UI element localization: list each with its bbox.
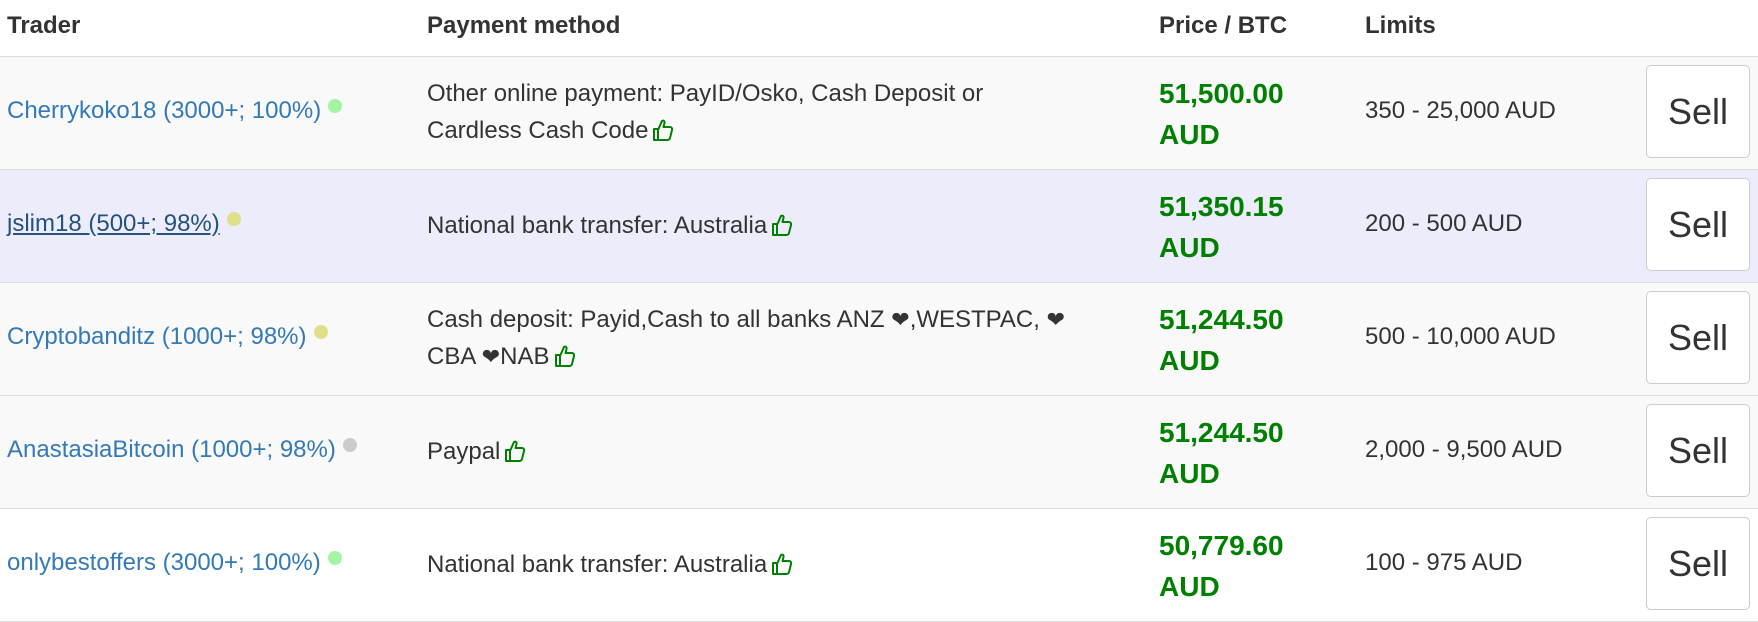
trader-name: AnastasiaBitcoin (1000+; 98%) [7, 436, 336, 463]
trader-name: onlybestoffers (3000+; 100%) [7, 549, 321, 576]
payment-method: Other online payment: PayID/Osko, Cash D… [427, 75, 1142, 153]
price: 50,779.60 AUD [1159, 525, 1284, 607]
price: 51,244.50 AUD [1159, 299, 1284, 381]
table-header: Trader Payment method Price / BTC Limits [0, 0, 1758, 57]
payment-method-text: CBA [427, 343, 482, 370]
trader-link[interactable]: Cherrykoko18 (3000+; 100%) [7, 97, 343, 125]
thumbs-up-icon [652, 116, 674, 153]
limits: 200 - 500 AUD [1365, 210, 1523, 237]
sell-button[interactable]: Sell [1646, 65, 1750, 158]
online-status-dot-icon [328, 99, 343, 113]
thumbs-up-icon [504, 437, 526, 474]
limits: 500 - 10,000 AUD [1365, 323, 1556, 350]
payment-method-text: NAB [500, 343, 550, 370]
trader-name: jslim18 (500+; 98%) [7, 210, 220, 237]
trader-link[interactable]: AnastasiaBitcoin (1000+; 98%) [7, 436, 357, 464]
payment-method-text: Paypal [427, 438, 501, 465]
payment-method-text: ,WESTPAC, [909, 306, 1047, 333]
thumbs-up-icon [554, 342, 576, 379]
price-currency: AUD [1159, 119, 1220, 150]
sell-button[interactable]: Sell [1646, 178, 1750, 271]
thumbs-up-icon [771, 550, 793, 587]
price-currency: AUD [1159, 345, 1220, 376]
table-row: AnastasiaBitcoin (1000+; 98%) Paypal 51,… [0, 396, 1758, 509]
price-amount: 51,500.00 [1159, 78, 1284, 109]
trader-link[interactable]: onlybestoffers (3000+; 100%) [7, 549, 342, 577]
payment-method-text: Cash deposit: Payid,Cash to all banks AN… [427, 306, 892, 333]
table-row: Cryptobanditz (1000+; 98%) Cash deposit:… [0, 283, 1758, 396]
thumbs-up-icon [771, 211, 793, 248]
payment-method: National bank transfer: Australia [427, 207, 1142, 248]
price: 51,350.15 AUD [1159, 186, 1284, 268]
price-amount: 50,779.60 [1159, 530, 1284, 561]
price-currency: AUD [1159, 458, 1220, 489]
limits: 2,000 - 9,500 AUD [1365, 436, 1563, 463]
price: 51,244.50 AUD [1159, 412, 1284, 494]
away-status-dot-icon [313, 325, 328, 339]
price-amount: 51,244.50 [1159, 417, 1284, 448]
heart-icon: ❤ [891, 307, 910, 332]
price-currency: AUD [1159, 232, 1220, 263]
offers-table: Trader Payment method Price / BTC Limits… [0, 0, 1758, 622]
trader-name: Cryptobanditz (1000+; 98%) [7, 323, 307, 350]
payment-method-text: National bank transfer: Australia [427, 212, 768, 239]
sell-button[interactable]: Sell [1646, 291, 1750, 384]
trader-name: Cherrykoko18 (3000+; 100%) [7, 97, 322, 124]
column-header-limits: Limits [1365, 12, 1436, 39]
payment-method-text: Cardless Cash Code [427, 117, 649, 144]
payment-method: National bank transfer: Australia [427, 546, 1142, 587]
price-currency: AUD [1159, 571, 1220, 602]
column-header-payment-method: Payment method [427, 12, 621, 39]
away-status-dot-icon [226, 212, 241, 226]
online-status-dot-icon [327, 551, 342, 565]
sell-button[interactable]: Sell [1646, 404, 1750, 497]
trader-link[interactable]: Cryptobanditz (1000+; 98%) [7, 323, 328, 351]
offline-status-dot-icon [342, 438, 357, 452]
price: 51,500.00 AUD [1159, 73, 1284, 155]
limits: 350 - 25,000 AUD [1365, 97, 1556, 124]
payment-method-text: Other online payment: PayID/Osko, Cash D… [427, 80, 984, 107]
column-header-price: Price / BTC [1159, 12, 1288, 39]
table-row: Cherrykoko18 (3000+; 100%) Other online … [0, 57, 1758, 170]
heart-icon: ❤ [1046, 307, 1066, 332]
payment-method: Paypal [427, 433, 1142, 474]
price-amount: 51,350.15 [1159, 191, 1284, 222]
payment-method-text: National bank transfer: Australia [427, 551, 768, 578]
trader-link[interactable]: jslim18 (500+; 98%) [7, 210, 241, 238]
table-row: jslim18 (500+; 98%) National bank transf… [0, 170, 1758, 283]
heart-icon: ❤ [481, 344, 501, 369]
table-row: onlybestoffers (3000+; 100%) National ba… [0, 509, 1758, 622]
sell-button[interactable]: Sell [1646, 517, 1750, 610]
payment-method: Cash deposit: Payid,Cash to all banks AN… [427, 301, 1142, 379]
limits: 100 - 975 AUD [1365, 549, 1523, 576]
price-amount: 51,244.50 [1159, 304, 1284, 335]
column-header-trader: Trader [7, 12, 81, 39]
